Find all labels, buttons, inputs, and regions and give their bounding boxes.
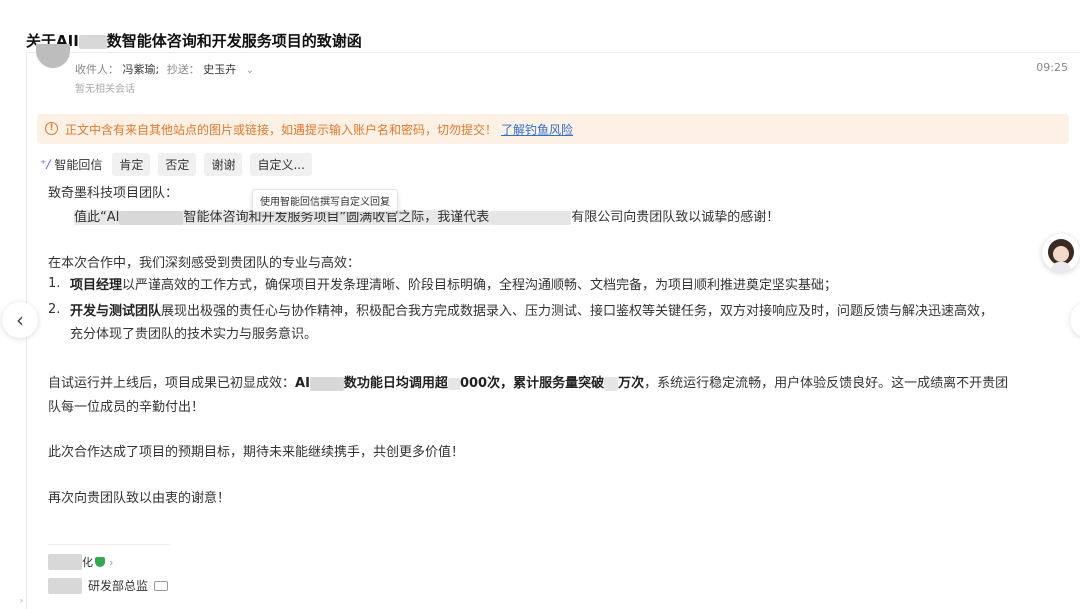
- reply-chip-negative[interactable]: 否定: [158, 152, 197, 176]
- previous-email-button[interactable]: ‹: [2, 302, 38, 338]
- list-item-number: 2.: [48, 302, 61, 317]
- signature-name[interactable]: 化 ›: [48, 554, 113, 570]
- recipient-name[interactable]: 冯紫瑜;: [123, 63, 160, 76]
- verified-shield-icon: [95, 557, 105, 567]
- phishing-learn-link[interactable]: 了解钓鱼风险: [501, 123, 573, 137]
- paragraph-3-continued: 队每一位成员的辛勤付出！: [48, 400, 205, 415]
- paragraph-2: 在本次合作中，我们深刻感受到贵团队的专业与高效：: [48, 256, 361, 271]
- list-item: 开发与测试团队展现出极强的责任心与协作精神，积极配合我方完成数据录入、压力测试、…: [70, 304, 994, 319]
- reply-chip-positive[interactable]: 肯定: [112, 152, 151, 176]
- smart-reply-label[interactable]: ⁺∕ 智能回信: [40, 156, 102, 173]
- paragraph-1: 值此“AI 智能体咨询和开发服务项目”圆满收官之际，我谨代表 有限公司向贵团队致以诚…: [74, 210, 780, 225]
- sparkle-icon: ⁺∕: [40, 157, 51, 171]
- list-item-continued: 充分体现了贵团队的技术实力与服务意识。: [70, 327, 318, 342]
- warning-text: 正文中含有来自其他站点的图片或链接，如遇提示输入账户名和密码，切勿提交！: [65, 123, 498, 137]
- gutter-marker: ›: [20, 596, 24, 605]
- paragraph-3: 自试运行并上线后，项目成果已初显成效：AI 数功能日均调用超 000次，累计服务量突…: [48, 376, 1009, 391]
- assistant-avatar[interactable]: [1042, 234, 1080, 272]
- paragraph-4: 此次合作达成了项目的预期目标，期待未来能继续携手，共创更多价值！: [48, 445, 465, 460]
- list-item: 项目经理以严谨高效的工作方式，确保项目开发条理清晰、阶段目标明确，全程沟通顺畅、…: [70, 278, 838, 293]
- email-time: 09:25: [1036, 61, 1068, 74]
- phishing-warning-banner: ! 正文中含有来自其他站点的图片或链接，如遇提示输入账户名和密码，切勿提交！ 了解…: [37, 114, 1069, 144]
- redacted-block: [78, 34, 107, 49]
- cc-name[interactable]: 史玉卉: [203, 63, 236, 76]
- contact-card-icon[interactable]: [154, 580, 169, 591]
- reply-chip-custom[interactable]: 自定义...: [250, 152, 312, 176]
- recipients-line: 收件人： 冯紫瑜; 抄送： 史玉卉 ⌄: [75, 63, 255, 76]
- chevron-right-icon: ›: [109, 555, 114, 569]
- chevron-down-icon[interactable]: ⌄: [246, 65, 254, 76]
- greeting: 致奇墨科技项目团队：: [48, 186, 179, 201]
- related-conversations: 暂无相关会话: [75, 84, 135, 95]
- signature-title: 研发部总监: [48, 577, 169, 594]
- list-item-number: 1.: [48, 276, 61, 291]
- paragraph-5: 再次向贵团队致以由衷的谢意！: [48, 491, 231, 506]
- smart-reply-bar: ⁺∕ 智能回信 肯定 否定 谢谢 自定义...: [40, 152, 320, 176]
- smart-reply-tooltip: 使用智能回信撰写自定义回复: [252, 189, 398, 212]
- warning-icon: !: [45, 122, 58, 135]
- signature-divider: [48, 544, 170, 545]
- chevron-left-icon: ‹: [16, 308, 24, 332]
- email-subject: 关于AII 数智能体咨询和开发服务项目的致谢函: [26, 32, 362, 50]
- reply-chip-thanks[interactable]: 谢谢: [204, 152, 243, 176]
